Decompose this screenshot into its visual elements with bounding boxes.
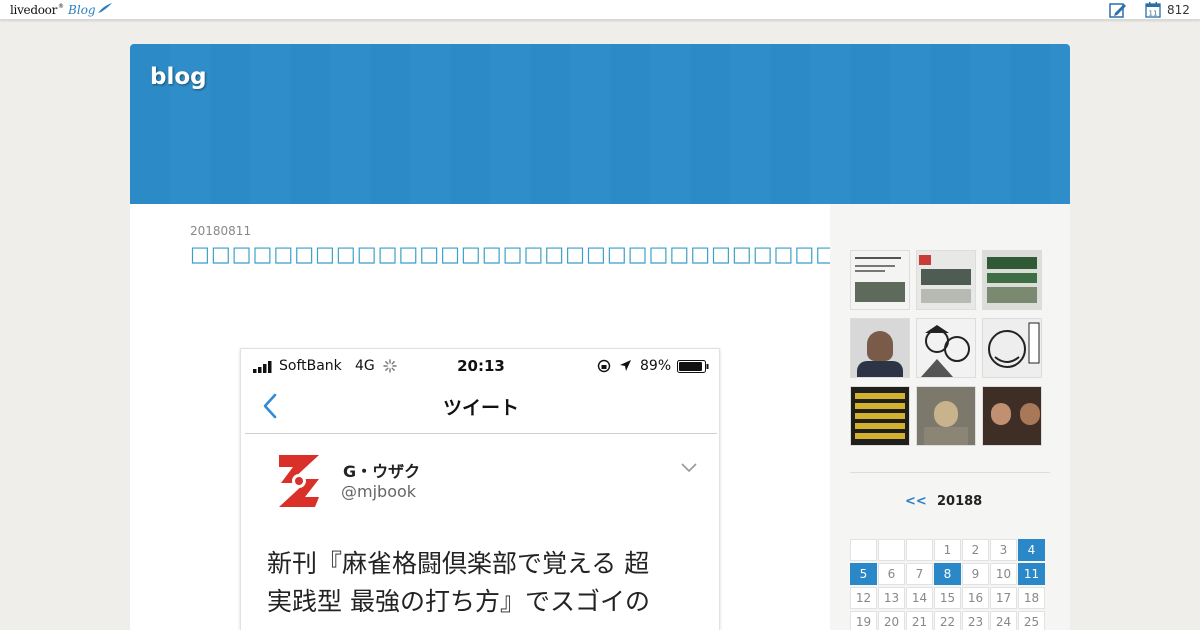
recent-post-thumbnail[interactable] [982, 318, 1042, 378]
recent-post-thumbnail[interactable] [850, 318, 910, 378]
post-title-link[interactable]: □□□□□□□□□□□□□□□□□□□□□□□□□□□□□□□□□□□□ [190, 242, 830, 266]
visitor-count: 812 [1167, 3, 1190, 17]
logo-livedoor-text: livedoor [10, 3, 58, 17]
livedoor-blog-logo[interactable]: livedoor ® Blog [10, 2, 113, 18]
logo-registered-mark: ® [58, 3, 65, 10]
recent-post-thumbnail[interactable] [916, 250, 976, 310]
battery-percent: 89% [640, 358, 672, 374]
calendar-day: 25 [1018, 611, 1045, 630]
calendar-day: 6 [878, 563, 905, 585]
calendar-day: 15 [934, 587, 961, 609]
tweet-user-name: G・ウザク [343, 462, 421, 481]
post-date: 20180811 [190, 224, 252, 238]
battery-icon [677, 360, 709, 373]
calendar-day: 10 [990, 563, 1017, 585]
calendar-day: 2 [962, 539, 989, 561]
article-area: 20180811 □□□□□□□□□□□□□□□□□□□□□□□□□□□□□□□… [130, 204, 830, 630]
calendar-prev-month-link[interactable]: << [905, 494, 927, 509]
calendar-day: 22 [934, 611, 961, 630]
calendar-day: 9 [962, 563, 989, 585]
user-avatar[interactable] [275, 451, 323, 511]
calendar-day[interactable]: 8 [934, 563, 961, 585]
recent-post-thumbnail[interactable] [916, 318, 976, 378]
calendar-day: 7 [906, 563, 933, 585]
calendar-day[interactable]: 11 [1018, 563, 1045, 585]
tweet-text-line: 新刊『麻雀格闘倶楽部で覚える 超 [267, 549, 650, 578]
calendar-day: 1 [934, 539, 961, 561]
recent-post-thumbnail[interactable] [850, 250, 910, 310]
edit-post-icon[interactable] [1109, 2, 1127, 18]
nav-title: ツイート [442, 397, 519, 419]
top-bar: livedoor ® Blog 11 812 [0, 0, 1200, 20]
recent-post-thumbnail[interactable] [982, 386, 1042, 446]
calendar-icon-day: 11 [1149, 10, 1158, 18]
tweet-screenshot-image: SoftBank 4G 20:13 89% ツイート G・ウザク @mjbook… [240, 348, 720, 630]
feather-icon [97, 3, 112, 13]
calendar-month-label: 20188 [937, 494, 983, 509]
recent-post-thumbnail[interactable] [850, 386, 910, 446]
nav-divider [245, 433, 717, 434]
calendar-empty-cell [906, 539, 933, 561]
calendar-day: 21 [906, 611, 933, 630]
calendar-day: 24 [990, 611, 1017, 630]
location-arrow-icon [620, 360, 631, 371]
sidebar-divider [850, 472, 1050, 473]
calendar-day: 18 [1018, 587, 1045, 609]
calendar-empty-cell [878, 539, 905, 561]
recent-post-thumbnail[interactable] [916, 386, 976, 446]
calendar-day: 16 [962, 587, 989, 609]
blog-title[interactable]: blog [150, 64, 207, 90]
calendar-empty-cell [850, 539, 877, 561]
calendar-icon[interactable]: 11 [1145, 1, 1161, 18]
calendar-day: 17 [990, 587, 1017, 609]
tweet-text-line: 実践型 最強の打ち方』でスゴイの [267, 587, 650, 616]
calendar-day: 12 [850, 587, 877, 609]
calendar-day[interactable]: 4 [1018, 539, 1045, 561]
calendar-day: 23 [962, 611, 989, 630]
logo-blog-text: Blog [68, 3, 96, 17]
calendar-day: 3 [990, 539, 1017, 561]
calendar-day: 20 [878, 611, 905, 630]
tweet-text: 新刊『麻雀格闘倶楽部で覚える 超 実践型 最強の打ち方』でスゴイの [267, 545, 707, 621]
calendar-day: 13 [878, 587, 905, 609]
calendar-day[interactable]: 5 [850, 563, 877, 585]
recent-post-thumbnail[interactable] [982, 250, 1042, 310]
tweet-user-handle: @mjbook [341, 482, 417, 501]
rotation-lock-icon [597, 359, 611, 373]
calendar-day: 14 [906, 587, 933, 609]
blog-header: blog [130, 44, 1070, 204]
sidebar: << 20188 1 2 3 4 5 6 7 8 9 10 11 12 13 14 15 16 17 18 19 20… [830, 204, 1070, 630]
calendar-day: 19 [850, 611, 877, 630]
chevron-down-icon[interactable] [681, 463, 697, 473]
